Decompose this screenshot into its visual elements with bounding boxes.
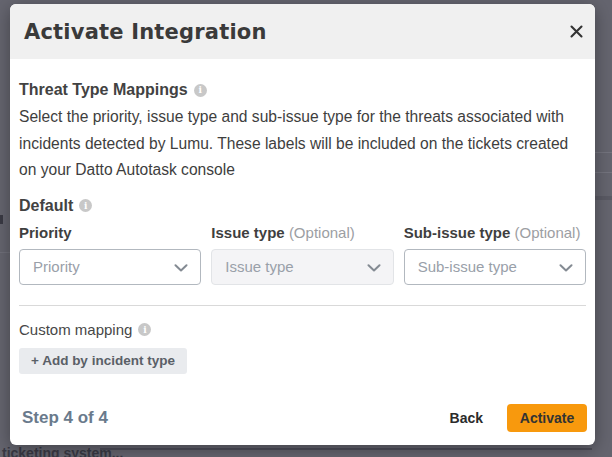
close-icon[interactable] bbox=[566, 22, 586, 42]
description-line: incidents detected by Lumu. These labels… bbox=[19, 131, 586, 158]
priority-select[interactable]: Priority bbox=[19, 249, 201, 285]
mappings-heading-label: Threat Type Mappings bbox=[19, 80, 188, 100]
description-line: Select the priority, issue type and sub-… bbox=[19, 104, 586, 131]
priority-field: Priority Priority bbox=[19, 225, 201, 285]
background-seam bbox=[595, 152, 612, 153]
issue-type-optional-text: (Optional) bbox=[289, 224, 355, 241]
custom-mapping-heading: Custom mapping i bbox=[19, 322, 586, 338]
activate-button[interactable]: Activate bbox=[507, 404, 587, 432]
info-icon[interactable]: i bbox=[194, 84, 207, 97]
sub-issue-type-label-text: Sub-issue type bbox=[404, 224, 511, 241]
sub-issue-type-optional-text: (Optional) bbox=[515, 224, 581, 241]
custom-mapping-label: Custom mapping bbox=[19, 322, 132, 338]
background-seam bbox=[0, 252, 10, 253]
section-divider bbox=[19, 305, 586, 306]
info-icon[interactable]: i bbox=[79, 199, 92, 212]
step-indicator: Step 4 of 4 bbox=[22, 408, 108, 428]
mappings-heading: Threat Type Mappings i bbox=[19, 80, 586, 100]
modal-title: Activate Integration bbox=[24, 20, 267, 44]
background-divider-line bbox=[100, 448, 592, 450]
priority-placeholder: Priority bbox=[33, 258, 80, 275]
default-fields-row: Priority Priority Issue type (Optional) bbox=[19, 225, 586, 285]
info-icon[interactable]: i bbox=[138, 323, 151, 336]
issue-type-label: Issue type (Optional) bbox=[211, 225, 393, 241]
background-artifact bbox=[0, 215, 3, 224]
modal-header: Activate Integration bbox=[10, 4, 595, 59]
back-button[interactable]: Back bbox=[440, 404, 493, 432]
issue-type-label-text: Issue type bbox=[211, 224, 284, 241]
sub-issue-type-field: Sub-issue type (Optional) Sub-issue type bbox=[404, 225, 586, 285]
screen: ticketing system... Activate Integration… bbox=[0, 0, 612, 457]
chevron-down-icon bbox=[367, 258, 381, 276]
default-heading: Default i bbox=[19, 196, 586, 216]
priority-label: Priority bbox=[19, 225, 201, 241]
sub-issue-type-label: Sub-issue type (Optional) bbox=[404, 225, 586, 241]
description-line: on your Datto Autotask console bbox=[19, 157, 586, 184]
activate-integration-modal: Activate Integration Threat Type Mapping… bbox=[10, 4, 595, 445]
mappings-description: Select the priority, issue type and sub-… bbox=[19, 104, 586, 184]
chevron-down-icon bbox=[559, 258, 573, 276]
issue-type-placeholder: Issue type bbox=[225, 258, 293, 275]
modal-footer: Step 4 of 4 Back Activate bbox=[10, 404, 595, 432]
background-occluded-text: ticketing system... bbox=[2, 445, 123, 457]
background-seam bbox=[595, 172, 612, 173]
chevron-down-icon bbox=[174, 258, 188, 276]
background-band bbox=[595, 196, 612, 200]
default-heading-label: Default bbox=[19, 196, 73, 216]
issue-type-select[interactable]: Issue type bbox=[211, 249, 393, 285]
modal-body: Threat Type Mappings i Select the priori… bbox=[10, 80, 595, 374]
sub-issue-type-placeholder: Sub-issue type bbox=[418, 258, 517, 275]
add-by-incident-type-button[interactable]: + Add by incident type bbox=[19, 348, 187, 374]
sub-issue-type-select[interactable]: Sub-issue type bbox=[404, 249, 586, 285]
priority-label-text: Priority bbox=[19, 224, 72, 241]
issue-type-field: Issue type (Optional) Issue type bbox=[211, 225, 393, 285]
